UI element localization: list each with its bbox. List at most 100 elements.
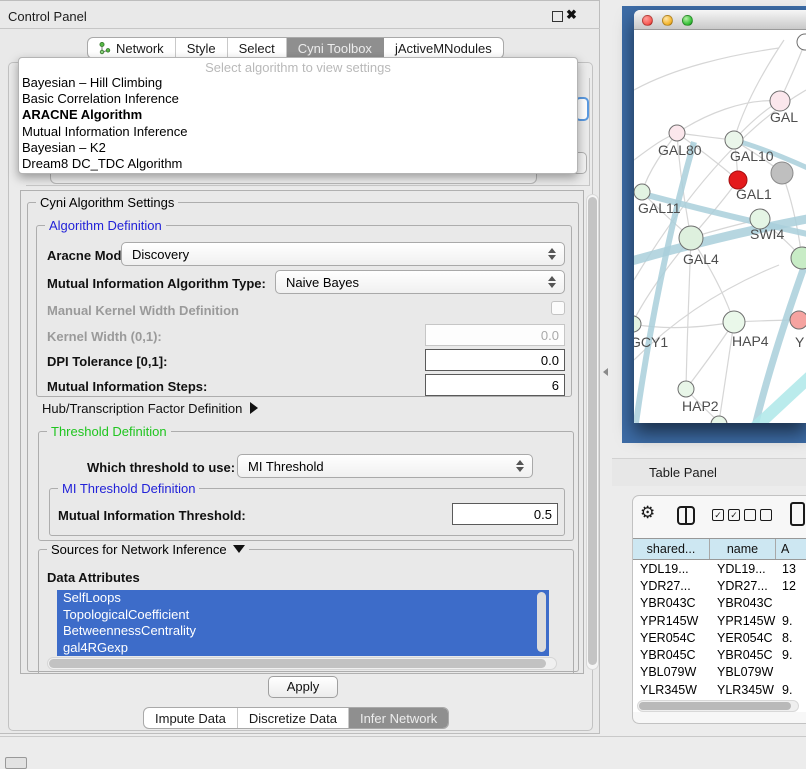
scrollbar-thumb[interactable] [49, 659, 546, 668]
scrollbar-thumb[interactable] [639, 702, 791, 710]
attribute-item-gal4rgexp[interactable]: gal4RGexp [57, 640, 549, 657]
list-scrollbar[interactable] [537, 592, 546, 652]
algorithm-option-basic-correlation-inference[interactable]: Basic Correlation Inference [19, 91, 577, 107]
table-row[interactable]: YDR27...YDR27...12 [633, 577, 806, 594]
network-edge [686, 322, 734, 389]
manual-kernel-checkbox[interactable] [551, 301, 565, 315]
stepper-icon [548, 276, 557, 288]
tab-discretize-data[interactable]: Discretize Data [238, 708, 349, 728]
network-node-gal80[interactable] [669, 125, 685, 141]
tab-style[interactable]: Style [176, 38, 228, 58]
algorithm-option-mutual-information-inference[interactable]: Mutual Information Inference [19, 124, 577, 140]
mi-type-label: Mutual Information Algorithm Type: [47, 276, 266, 291]
scrollbar-thumb[interactable] [588, 197, 597, 665]
column-header-shared-[interactable]: shared... [633, 539, 710, 559]
network-node-gal4[interactable] [679, 226, 703, 250]
aracne-mode-value: Discovery [132, 247, 189, 262]
table-row[interactable]: YBL079WYBL079W [633, 664, 806, 681]
data-attributes-list[interactable]: SelfLoopsTopologicalCoefficientBetweenne… [57, 590, 549, 658]
network-edge [782, 173, 802, 258]
node-label: Y [795, 334, 805, 350]
tab-impute-data[interactable]: Impute Data [144, 708, 238, 728]
attribute-item-selfloops[interactable]: SelfLoops [57, 590, 549, 607]
network-node-gal[interactable] [770, 91, 790, 111]
network-window-titlebar[interactable] [634, 10, 806, 30]
network-window: GALGAL80GAL10GAL1GAL11SWI4GAL4GCY1HAP4YH… [634, 10, 806, 423]
aracne-mode-select[interactable]: Discovery [121, 242, 565, 266]
network-node-gcy1[interactable] [634, 316, 641, 332]
network-node[interactable] [791, 247, 806, 269]
attribute-item-betweennesscentrality[interactable]: BetweennessCentrality [57, 623, 549, 640]
expander-down-icon[interactable] [233, 545, 245, 553]
mi-threshold-field[interactable]: 0.5 [452, 503, 558, 525]
algorithm-option-dream8-dc-tdc-algorithm[interactable]: Dream8 DC_TDC Algorithm [19, 156, 577, 172]
network-node[interactable] [771, 162, 793, 184]
tab-cyni-toolbox[interactable]: Cyni Toolbox [287, 38, 384, 58]
tab-infer-network[interactable]: Infer Network [349, 708, 448, 728]
table-row[interactable]: YPR145WYPR145W9. [633, 612, 806, 629]
column-layout-icon[interactable] [677, 506, 695, 525]
which-threshold-label: Which threshold to use: [87, 460, 235, 475]
network-canvas[interactable]: GALGAL80GAL10GAL1GAL11SWI4GAL4GCY1HAP4YH… [634, 30, 806, 423]
table-row[interactable]: YDL19...YDL19...13 [633, 560, 806, 577]
hub-expander[interactable]: Hub/Transcription Factor Definition [42, 401, 258, 416]
statusbar-widget-icon[interactable] [5, 757, 27, 769]
node-label: GAL80 [658, 142, 702, 158]
node-label: HAP4 [732, 333, 769, 349]
gear-icon[interactable]: ⚙ [640, 504, 655, 521]
tab-jactivemnodules[interactable]: jActiveMNodules [384, 38, 503, 58]
which-threshold-select[interactable]: MI Threshold [237, 454, 533, 478]
table-row[interactable]: YLR345WYLR345W9. [633, 681, 806, 698]
dpi-tolerance-field[interactable]: 0.0 [425, 349, 565, 371]
node-label: GCY1 [634, 334, 668, 350]
mi-threshold-label: Mutual Information Threshold: [58, 508, 246, 523]
panel-divider-collapse-icon[interactable] [603, 368, 608, 376]
table-body: YDL19...YDL19...13YDR27...YDR27...12YBR0… [633, 560, 806, 712]
mi-type-select[interactable]: Naive Bayes [275, 270, 565, 294]
network-edge [734, 40, 784, 140]
table-cell: YPR145W [710, 614, 776, 628]
group-title: Algorithm Definition [45, 218, 166, 233]
network-node-gal10[interactable] [725, 131, 743, 149]
mi-steps-field[interactable]: 6 [425, 374, 565, 396]
vertical-scrollbar[interactable] [586, 194, 599, 670]
column-header-name[interactable]: name [710, 539, 776, 559]
table-row[interactable]: YBR045CYBR045C9. [633, 646, 806, 663]
table-cell: YLR345W [633, 683, 710, 697]
cyni-bottom-tab-bar: Impute DataDiscretize Data Infer Network [143, 707, 449, 729]
new-table-icon[interactable] [790, 502, 805, 526]
algorithm-option-bayesian-hill-climbing[interactable]: Bayesian – Hill Climbing [19, 75, 577, 91]
select-all-columns-icon[interactable]: ✓✓ [712, 509, 740, 521]
table-cell: 8. [776, 631, 806, 645]
expander-right-icon[interactable] [250, 402, 258, 414]
horizontal-scrollbar[interactable] [47, 657, 557, 670]
network-node-hap2[interactable] [678, 381, 694, 397]
deselect-all-columns-icon[interactable] [744, 509, 772, 521]
table-cell: YDL19... [710, 562, 776, 576]
apply-button[interactable]: Apply [268, 676, 338, 698]
tab-network[interactable]: Network [88, 38, 176, 58]
network-node-gal11[interactable] [634, 184, 650, 200]
network-icon [99, 42, 111, 55]
table-row[interactable]: YER054CYER054C8. [633, 629, 806, 646]
window-minimize-icon[interactable] [662, 15, 673, 26]
table-cell: YBL079W [710, 665, 776, 679]
table-horizontal-scrollbar[interactable] [637, 700, 799, 712]
table-cell: YLR345W [710, 683, 776, 697]
tab-select[interactable]: Select [228, 38, 287, 58]
algorithm-option-bayesian-k2[interactable]: Bayesian – K2 [19, 140, 577, 156]
network-node-hap4[interactable] [723, 311, 745, 333]
window-zoom-icon[interactable] [682, 15, 693, 26]
network-node[interactable] [797, 34, 806, 50]
algorithm-option-aracne-algorithm[interactable]: ARACNE Algorithm [19, 107, 577, 123]
network-node-y[interactable] [790, 311, 806, 329]
table-cell: YBR043C [633, 596, 710, 610]
column-header-a[interactable]: A [776, 539, 806, 559]
tab-label: Infer Network [360, 711, 437, 726]
table-row[interactable]: YBR043CYBR043C [633, 595, 806, 612]
close-icon[interactable]: ✖ [566, 7, 577, 23]
float-window-icon[interactable] [552, 11, 563, 22]
window-close-icon[interactable] [642, 15, 653, 26]
attribute-item-topologicalcoefficient[interactable]: TopologicalCoefficient [57, 607, 549, 624]
stepper-icon [516, 460, 525, 472]
